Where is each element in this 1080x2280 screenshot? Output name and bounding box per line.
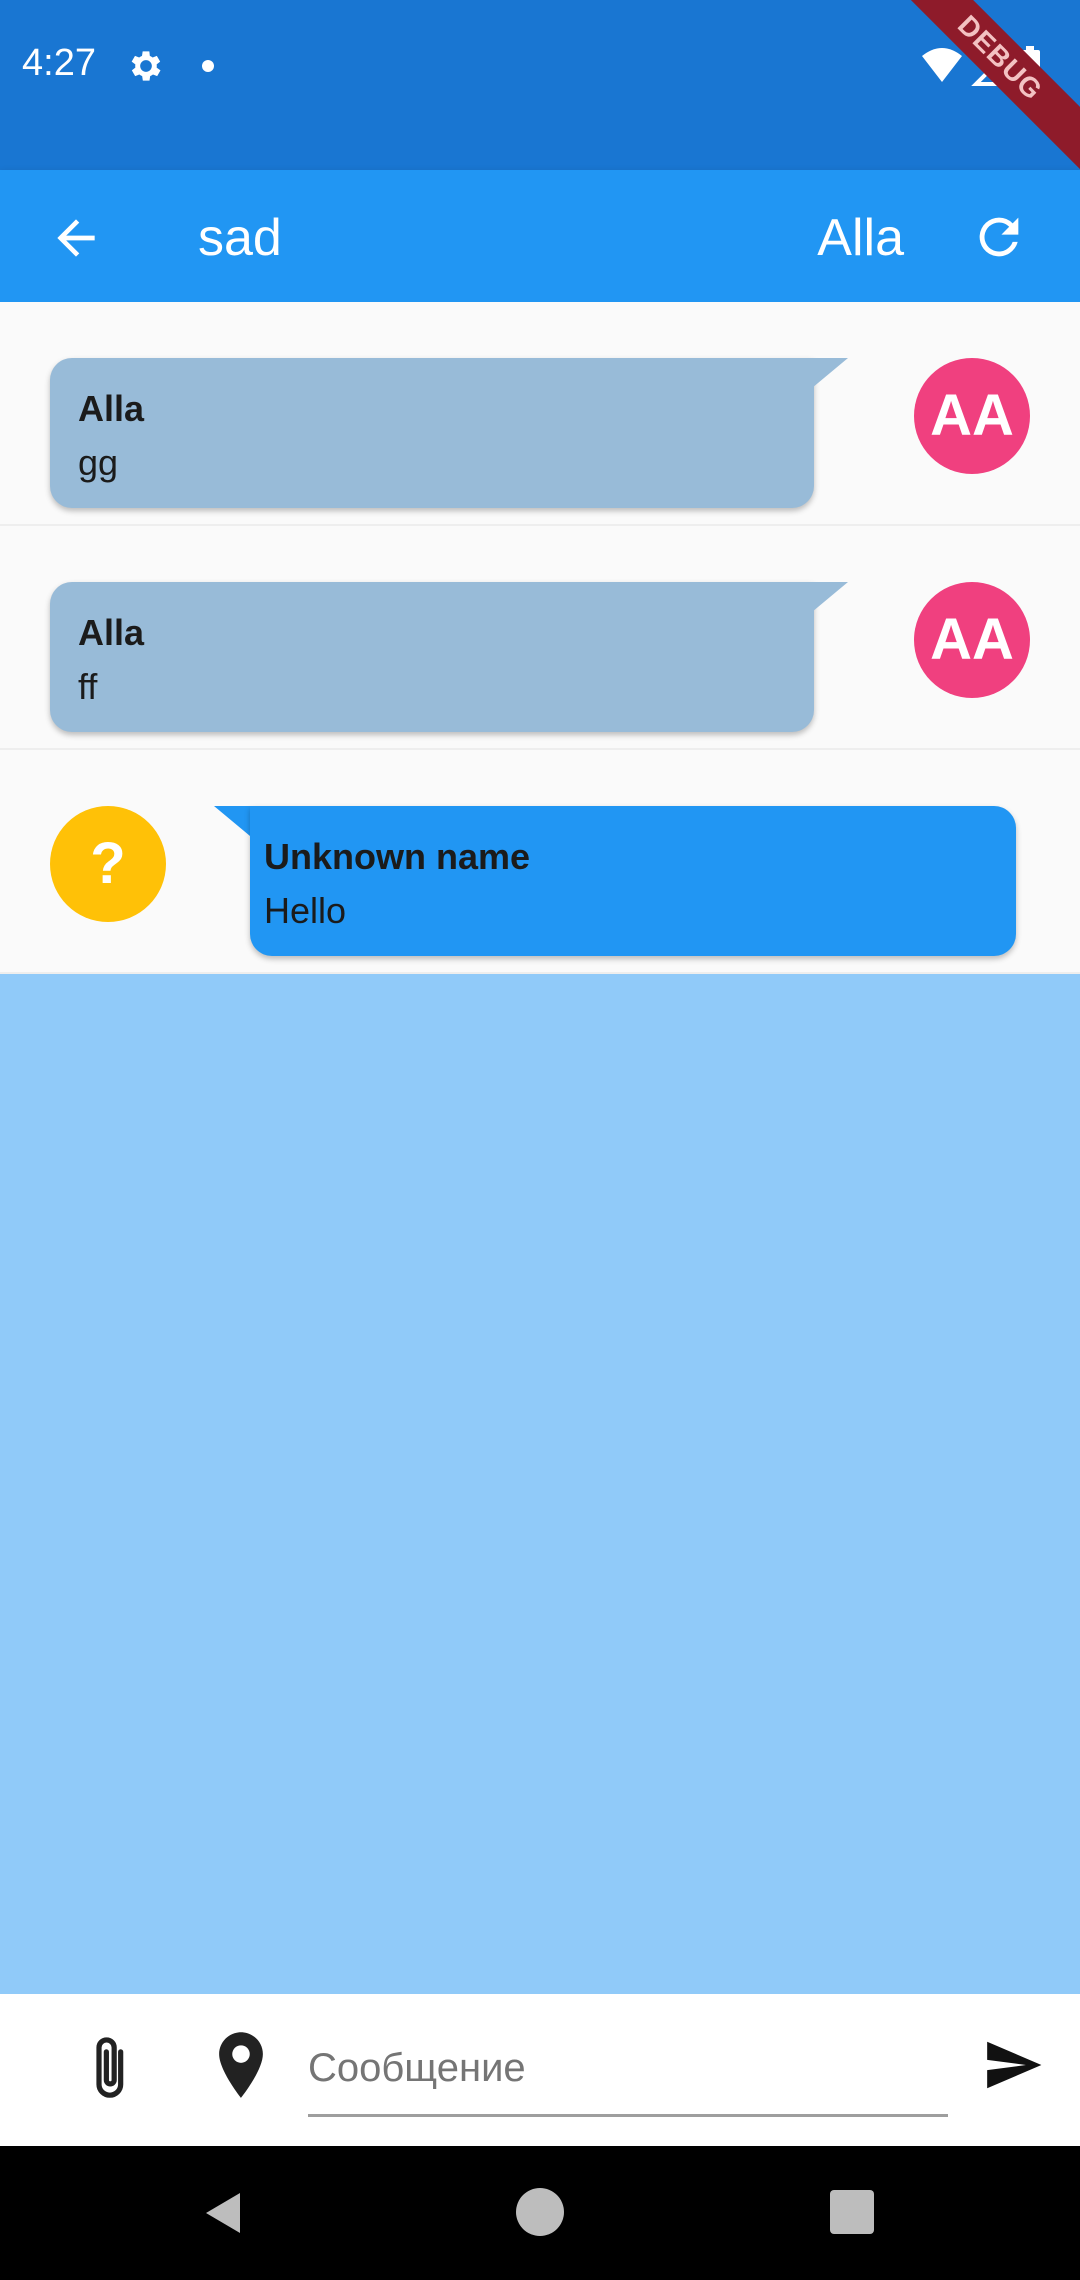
message-sender: Alla <box>78 612 145 653</box>
status-bar: 4:27 DEBUG <box>0 0 1080 170</box>
message-row[interactable]: Alla ff AA <box>0 526 1080 750</box>
location-icon[interactable] <box>214 2030 268 2100</box>
app-bar: sad Alla <box>0 170 1080 302</box>
message-bubble[interactable]: Alla gg <box>50 358 814 508</box>
message-sender: Alla <box>78 388 145 429</box>
message-sender: Unknown name <box>264 836 531 877</box>
bubble-tail <box>812 358 848 388</box>
message-text: ff <box>78 666 98 707</box>
nav-back-icon[interactable] <box>200 2188 248 2238</box>
refresh-icon[interactable] <box>970 208 1028 266</box>
message-text: Hello <box>264 890 347 931</box>
message-text: gg <box>78 442 119 483</box>
nav-home-icon[interactable] <box>516 2188 564 2236</box>
avatar-unknown[interactable]: ? <box>50 806 166 922</box>
status-time: 4:27 <box>22 42 96 84</box>
bubble-tail <box>812 582 848 612</box>
notification-dot <box>202 60 214 72</box>
message-bubble[interactable]: Unknown name Hello <box>250 806 1016 956</box>
back-arrow-icon[interactable] <box>48 210 104 266</box>
wifi-icon <box>922 48 962 82</box>
message-input[interactable] <box>308 2022 948 2117</box>
message-input-bar <box>0 1994 1080 2146</box>
message-row[interactable]: Alla gg AA <box>0 302 1080 526</box>
chat-title: sad <box>198 209 282 267</box>
bubble-tail <box>214 806 250 836</box>
message-row[interactable]: ? Unknown name Hello <box>0 750 1080 974</box>
system-navigation-bar <box>0 2146 1080 2280</box>
message-bubble[interactable]: Alla ff <box>50 582 814 732</box>
message-list[interactable]: Alla gg AA Alla ff AA ? Unknown name Hel… <box>0 302 1080 974</box>
attach-icon[interactable] <box>86 2032 138 2102</box>
current-user-name: Alla <box>817 209 904 267</box>
send-icon[interactable] <box>982 2034 1044 2096</box>
avatar[interactable]: AA <box>914 582 1030 698</box>
nav-recents-icon[interactable] <box>830 2190 874 2234</box>
gear-icon <box>131 51 161 81</box>
avatar[interactable]: AA <box>914 358 1030 474</box>
